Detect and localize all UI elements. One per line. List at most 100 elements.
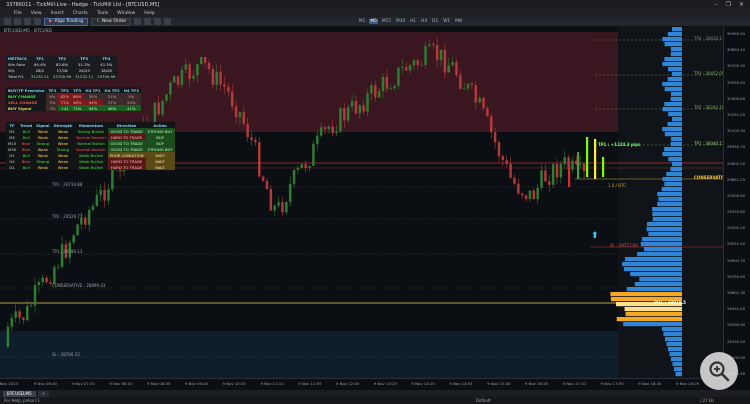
timeframe-m30[interactable]: M30 bbox=[395, 19, 407, 24]
candle-body bbox=[490, 116, 493, 133]
navigator-icon[interactable] bbox=[34, 18, 41, 25]
lower-zone bbox=[0, 331, 618, 378]
volume-profile-bar bbox=[662, 127, 682, 132]
zoom-lens-button[interactable] bbox=[700, 352, 738, 390]
volume-profile-bar bbox=[664, 57, 682, 62]
volume-profile-bar bbox=[664, 87, 682, 92]
market-watch-icon[interactable] bbox=[24, 18, 31, 25]
chart-tab-bar: BTCUSD,M5 + bbox=[0, 390, 750, 397]
time-tick-label: 9 Nov 08:55 bbox=[147, 381, 171, 386]
candle-body bbox=[501, 156, 505, 161]
volume-profile-bar bbox=[668, 112, 682, 117]
timeframe-h1[interactable]: H1 bbox=[409, 19, 418, 24]
candle-body bbox=[466, 83, 470, 89]
price-tick-label: 29651.25 bbox=[727, 176, 746, 182]
price-tick-label: 28900.70 bbox=[727, 257, 746, 263]
menu-item-tools[interactable]: Tools bbox=[97, 11, 108, 16]
chart-tab-btcusd[interactable]: BTCUSD,M5 bbox=[3, 390, 36, 397]
zoom-in-icon[interactable] bbox=[144, 18, 152, 25]
candle-body bbox=[161, 100, 164, 115]
close-button[interactable]: ✕ bbox=[739, 1, 744, 8]
volume-profile-bar bbox=[626, 287, 682, 292]
volume-profile-bar bbox=[622, 262, 682, 267]
candle-body bbox=[230, 91, 234, 107]
tp1-pips-label: TP1 : +1224.3 pips bbox=[598, 142, 641, 147]
candle-body bbox=[385, 76, 389, 89]
candle-body bbox=[76, 224, 79, 236]
timeframe-m15[interactable]: M15 bbox=[380, 19, 392, 24]
volume-profile-bar bbox=[668, 347, 682, 352]
candle-body bbox=[308, 165, 311, 169]
new-chart-icon[interactable] bbox=[4, 18, 11, 25]
candle-body bbox=[435, 45, 439, 61]
grid-icon[interactable] bbox=[164, 18, 172, 25]
signal-bar bbox=[577, 152, 580, 179]
candle-body bbox=[207, 62, 211, 70]
volume-profile-bar bbox=[646, 222, 682, 227]
time-tick-label: 9 Nov 16:25 bbox=[524, 381, 549, 386]
candle-body bbox=[254, 139, 257, 143]
candle-body bbox=[350, 101, 354, 107]
volume-profile-bar bbox=[661, 187, 682, 192]
price-tick-label: 29051.40 bbox=[727, 241, 746, 247]
candle-body bbox=[312, 143, 315, 166]
candle-body bbox=[10, 317, 14, 327]
trend-cell-momentum: Weak Bullish bbox=[78, 152, 104, 158]
price-tick-label: 28150.20 bbox=[727, 338, 746, 344]
price-axis[interactable]: 30990.55 30850.10 30700.20 30550.45 30400.80… bbox=[723, 27, 750, 390]
volume-profile-bar bbox=[640, 242, 682, 247]
buy-arrow-icon: ⬆ bbox=[591, 231, 599, 241]
symbol-tag: BTCUSD,M5 · BTCUSD bbox=[4, 29, 52, 34]
candle-body bbox=[462, 88, 466, 90]
candle-body bbox=[203, 56, 207, 63]
menu-item-help[interactable]: Help bbox=[144, 11, 154, 16]
chart-shift-icon[interactable] bbox=[134, 18, 142, 25]
new-tab-button[interactable]: + bbox=[37, 390, 50, 397]
timeframe-h4[interactable]: H4 bbox=[420, 19, 429, 24]
candle-body bbox=[412, 60, 416, 66]
status-help: For Help, press F1 bbox=[4, 398, 41, 403]
volume-profile-bar bbox=[671, 137, 682, 142]
zoom-out-icon[interactable] bbox=[154, 18, 162, 25]
trend-cell-direction: GOOD TO TRADE bbox=[107, 140, 146, 146]
profiles-icon[interactable] bbox=[14, 18, 21, 25]
timeframe-m1[interactable]: M1 bbox=[357, 19, 366, 24]
candle-body bbox=[265, 180, 269, 190]
timeframe-d1[interactable]: D1 bbox=[431, 19, 440, 24]
trend-cell-direction: GOOD TO TRADE bbox=[107, 128, 146, 134]
trend-row: D1 Bull Weak Weak Weak Bullish HARD TO TRADE W… bbox=[6, 164, 175, 170]
time-tick-label: 9 Nov 11:55 bbox=[298, 381, 322, 386]
candle-body bbox=[451, 62, 454, 66]
maximize-button[interactable]: ❐ bbox=[726, 1, 731, 8]
algo-trading-button[interactable]: ▶ Algo Trading bbox=[44, 17, 89, 26]
volume-profile-bar bbox=[664, 147, 682, 152]
minimize-button[interactable]: – bbox=[715, 1, 718, 8]
menu-item-insert[interactable]: Insert bbox=[51, 11, 64, 16]
volume-profile-bar bbox=[670, 167, 682, 172]
candle-body bbox=[381, 76, 385, 92]
tp1-label: TP1 : 30040.11 bbox=[694, 141, 725, 146]
candle-body bbox=[37, 282, 41, 286]
trend-cell-direction: GOOD TO TRADE bbox=[107, 146, 146, 152]
menu-item-window[interactable]: Window bbox=[117, 11, 135, 16]
volume-profile-bar bbox=[616, 317, 682, 322]
trend-header-cell: Momentum bbox=[78, 122, 104, 128]
menu-item-file[interactable]: File bbox=[14, 11, 22, 16]
new-order-button[interactable]: + New Order bbox=[91, 17, 132, 26]
candle-body bbox=[95, 194, 99, 206]
timeframe-w1[interactable]: W1 bbox=[442, 19, 452, 24]
volume-profile-bar bbox=[642, 237, 682, 242]
chart-area[interactable]: BTCUSD,M5 · BTCUSD METRICS TP1 TP2 TP3 TP4 Wi… bbox=[0, 27, 750, 390]
left-conservative-label: CONSERVATIVE : 28899.43 bbox=[52, 283, 106, 288]
candle-body bbox=[366, 93, 369, 112]
metrics-row: Win Rate 94.4% 82.6% 51.2% 41.5% bbox=[6, 61, 117, 67]
trend-cell-action: WAIT bbox=[145, 164, 175, 170]
time-axis[interactable]: 9 Nov 2023 9 Nov 06:40 9 Nov 07:25 9 Nov 08… bbox=[0, 378, 723, 390]
timeframe-mn[interactable]: MN bbox=[454, 19, 464, 24]
trend-cell-direction: HARD TO TRADE bbox=[107, 134, 146, 140]
timeframe-m5[interactable]: M5 bbox=[368, 19, 379, 24]
candle-body bbox=[323, 127, 327, 129]
menu-item-charts[interactable]: Charts bbox=[73, 11, 88, 16]
menu-item-view[interactable]: View bbox=[31, 11, 42, 16]
candle-body bbox=[87, 209, 91, 225]
